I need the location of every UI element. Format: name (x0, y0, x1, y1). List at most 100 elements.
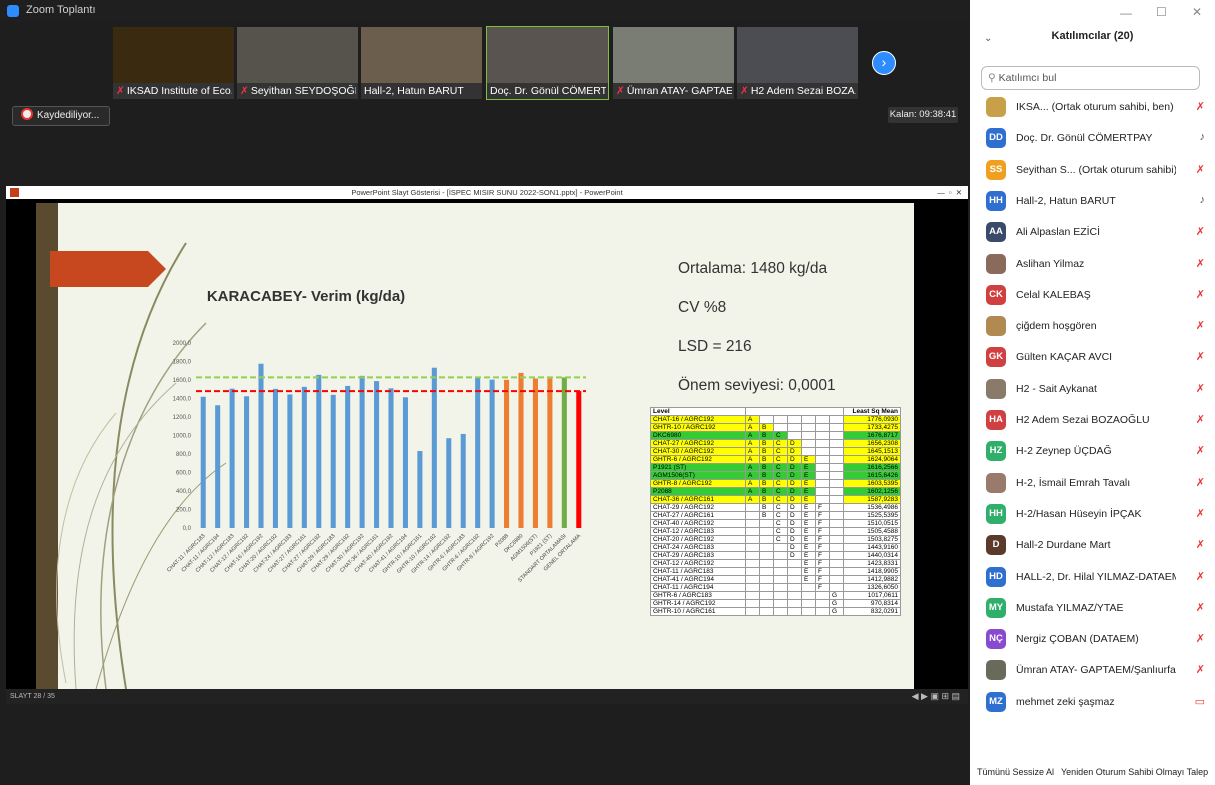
mean-cell: 970,8314 (843, 599, 901, 608)
participant-item[interactable]: SS Seyithan S... (Ortak oturum sahibi) ✗ (970, 155, 1215, 185)
participant-item[interactable]: HA H2 Adem Sezai BOZAOĞLU ✗ (970, 405, 1215, 435)
mic-muted-icon[interactable]: ✗ (1196, 507, 1205, 520)
bar (518, 372, 524, 528)
mic-muted-icon[interactable]: ✗ (1196, 319, 1205, 332)
mic-icon[interactable]: ♪ (1200, 131, 1206, 143)
letter-cell: A (745, 415, 760, 424)
video-feed (613, 27, 734, 83)
letter-cell (773, 591, 788, 600)
bar (547, 378, 553, 528)
mic-muted-icon[interactable]: ✗ (1196, 100, 1205, 113)
mic-muted-icon[interactable]: ✗ (1196, 444, 1205, 457)
table-row: CHAT-11 / AGRC183 E F 1418,9905 (650, 567, 901, 576)
level-cell: GHTR-14 / AGRC192 (650, 599, 746, 608)
participant-item[interactable]: D Hall-2 Durdane Mart ✗ (970, 530, 1215, 560)
recording-indicator[interactable]: Kaydediliyor... (12, 106, 110, 126)
letter-cell: E (801, 559, 816, 568)
participant-item[interactable]: çiğdem hoşgören ✗ (970, 311, 1215, 341)
participant-item[interactable]: HH H-2/Hasan Hüseyin İPÇAK ✗ (970, 499, 1215, 529)
participant-item[interactable]: GK Gülten KAÇAR AVCI ✗ (970, 342, 1215, 372)
participant-item[interactable]: DD Doç. Dr. Gönül CÖMERTPAY ♪ (970, 123, 1215, 153)
mic-muted-icon[interactable]: ✗ (1196, 288, 1205, 301)
next-page-button[interactable]: › (872, 51, 896, 75)
letter-cell (759, 535, 774, 544)
video-tile[interactable]: ✗ H2 Adem Sezai BOZA... (737, 27, 858, 99)
letter-cell: D (787, 479, 802, 488)
letter-cell (787, 567, 802, 576)
letter-cell: G (829, 591, 844, 600)
mic-muted-icon: ✗ (616, 85, 625, 97)
participant-name: Nergiz ÇOBAN (DATAEM) (1016, 633, 1139, 646)
video-tile[interactable]: Doç. Dr. Gönül CÖMERT... (486, 26, 609, 100)
mic-muted-icon[interactable]: ✗ (1196, 163, 1205, 176)
letter-cell (801, 423, 816, 432)
letter-cell (829, 423, 844, 432)
participant-search-input[interactable]: ⚲ Katılımcı bul (981, 66, 1200, 90)
mic-muted-icon[interactable]: ✗ (1196, 570, 1205, 583)
letter-cell: D (787, 455, 802, 464)
participant-item[interactable]: Ümran ATAY- GAPTAEM/Şanlıurfa ✗ (970, 655, 1215, 685)
mic-muted-icon[interactable]: ✗ (1196, 350, 1205, 363)
mic-muted-icon[interactable]: ✗ (1196, 413, 1205, 426)
mic-muted-icon[interactable]: ✗ (1196, 476, 1205, 489)
avatar: D (986, 535, 1006, 556)
window-controls[interactable]: — ▫ ✕ (937, 186, 962, 199)
video-tile[interactable]: ✗ IKSAD Institute of Eco... (113, 27, 234, 99)
participant-item[interactable]: HD HALL-2, Dr. Hilal YILMAZ-DATAEM ✗ (970, 562, 1215, 592)
mute-all-button[interactable]: Tümünü Sessize Al (977, 767, 1054, 777)
y-tick-label: 2000,0 (173, 341, 192, 347)
participant-item[interactable]: CK Celal KALEBAŞ ✗ (970, 280, 1215, 310)
mean-cell: 1412,9882 (843, 575, 901, 584)
mic-muted-icon[interactable]: ✗ (1196, 225, 1205, 238)
avatar (986, 472, 1006, 493)
reclaim-host-button[interactable]: Yeniden Oturum Sahibi Olmayı Talep (1061, 767, 1208, 777)
mic-muted-icon: ✗ (116, 85, 125, 97)
video-tile[interactable]: ✗Seyithan SEYDOŞOĞLU (237, 27, 358, 99)
mic-muted-icon[interactable]: ✗ (1196, 632, 1205, 645)
participant-item[interactable]: HZ H-2 Zeynep ÜÇDAĞ ✗ (970, 436, 1215, 466)
tile-name-text: Ümran ATAY- GAPTAE... (626, 85, 732, 97)
chart-title: KARACABEY- Verim (kg/da) (207, 288, 405, 305)
letter-cell: B (759, 447, 774, 456)
participant-item[interactable]: MY Mustafa YILMAZ/YTAE ✗ (970, 593, 1215, 623)
participant-item[interactable]: IKSA... (Ortak oturum sahibi, ben) ✗ (970, 92, 1215, 122)
letter-cell: D (787, 503, 802, 512)
letter-cell (787, 607, 802, 616)
participant-item[interactable]: H-2, İsmail Emrah Tavalı ✗ (970, 468, 1215, 498)
bar (402, 397, 408, 528)
avatar: HH (986, 503, 1006, 524)
participant-item[interactable]: AA Ali Alpaslan EZİCİ ✗ (970, 217, 1215, 247)
lsm-table: Level Least Sq Mean CHAT-16 / AGRC192 A 17… (650, 407, 901, 616)
participant-item[interactable]: HH Hall-2, Hatun BARUT ♪ (970, 186, 1215, 216)
letter-cell (745, 511, 760, 520)
panel-window-controls[interactable]: — ☐ ✕ (970, 0, 1215, 20)
bar (316, 374, 322, 528)
participant-item[interactable]: NÇ Nergiz ÇOBAN (DATAEM) ✗ (970, 624, 1215, 654)
video-off-icon[interactable]: ▭ (1195, 695, 1205, 708)
mean-cell: 1676,8717 (843, 431, 901, 440)
bar (532, 378, 538, 528)
letter-cell (759, 559, 774, 568)
video-tile[interactable]: Hall-2, Hatun BARUT (361, 27, 482, 99)
mic-muted-icon[interactable]: ✗ (1196, 601, 1205, 614)
letter-cell (787, 575, 802, 584)
mean-cell: 1525,5395 (843, 511, 901, 520)
mic-icon[interactable]: ♪ (1200, 194, 1206, 206)
letter-cell: B (759, 423, 774, 432)
video-tile[interactable]: ✗ Ümran ATAY- GAPTAE... (613, 27, 734, 99)
participant-item[interactable]: MZ mehmet zeki şaşmaz ▭ (970, 687, 1215, 717)
mic-muted-icon[interactable]: ✗ (1196, 538, 1205, 551)
level-cell: DKC6980 (650, 431, 746, 440)
mic-muted-icon[interactable]: ✗ (1196, 257, 1205, 270)
letter-cell: B (759, 495, 774, 504)
level-cell: CHAT-11 / AGRC183 (650, 567, 746, 576)
letter-cell: D (787, 527, 802, 536)
mic-muted-icon[interactable]: ✗ (1196, 663, 1205, 676)
slideshow-controls[interactable]: ◀ ▶ ▣ ⊞ ▤ (912, 689, 960, 704)
mic-muted-icon[interactable]: ✗ (1196, 382, 1205, 395)
letter-cell: C (773, 511, 788, 520)
participant-name: H-2, İsmail Emrah Tavalı (1016, 476, 1131, 489)
letter-cell: A (745, 447, 760, 456)
participant-item[interactable]: Aslihan Yilmaz ✗ (970, 249, 1215, 279)
participant-item[interactable]: H2 - Sait Aykanat ✗ (970, 374, 1215, 404)
